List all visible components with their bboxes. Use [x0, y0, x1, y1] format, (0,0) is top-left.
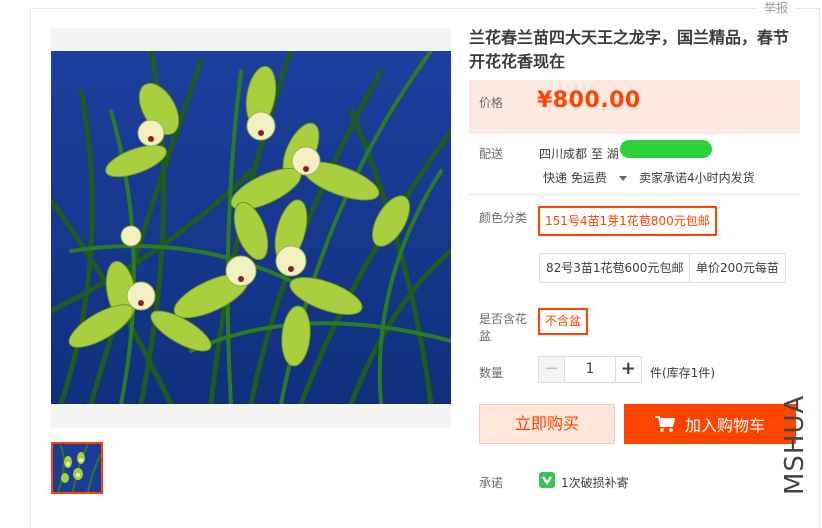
divider	[469, 194, 800, 195]
price-value: ¥800.00	[537, 88, 641, 113]
orchid-photo[interactable]	[51, 51, 451, 404]
service-text[interactable]: 1次破损补寄	[561, 474, 629, 491]
shield-check-icon	[539, 472, 555, 488]
color-category-label: 颜色分类	[479, 211, 528, 225]
pot-option-no-pot[interactable]: 不含盆	[538, 308, 589, 335]
pot-label: 是否含花盆	[479, 312, 528, 343]
quantity-increase-button[interactable]: +	[615, 357, 641, 382]
buy-now-button[interactable]: 立即购买	[479, 404, 615, 444]
shipping-method[interactable]: 快递 免运费	[543, 169, 627, 186]
report-link[interactable]: 举报	[756, 0, 797, 16]
price-box: 价格 ¥800.00	[469, 80, 800, 134]
delivery-promise: 卖家承诺4小时内发货	[639, 171, 755, 185]
sku-option-151[interactable]: 151号4苗1芽1花苞800元包邮	[538, 206, 717, 236]
add-to-cart-button[interactable]: 加入购物车	[624, 404, 796, 444]
price-label: 价格	[479, 96, 504, 110]
stock-info: 件(库存1件)	[650, 366, 715, 380]
add-to-cart-label: 加入购物车	[684, 416, 765, 435]
delivery-route: 四川成都 至 湖	[539, 147, 619, 161]
delivery-label: 配送	[479, 147, 504, 161]
sku-option-unit-price[interactable]: 单价200元每苗	[689, 253, 786, 283]
destination-redaction[interactable]	[620, 140, 712, 158]
service-label: 承诺	[479, 476, 504, 490]
dropdown-caret-icon	[618, 176, 627, 181]
sku-option-82[interactable]: 82号3苗1花苞600元包邮	[539, 253, 691, 283]
shipping-method-label: 快递 免运费	[543, 171, 607, 185]
quantity-input[interactable]: 1	[564, 357, 616, 382]
quantity-decrease-button[interactable]: −	[539, 357, 565, 382]
product-title: 兰花春兰苗四大天王之龙字，国兰精品，春节开花花香现在	[469, 28, 790, 71]
quantity-label: 数量	[479, 366, 504, 380]
cart-icon	[654, 416, 675, 432]
orchid-thumbnail[interactable]	[51, 442, 103, 494]
quantity-stepper: − 1 +	[538, 356, 642, 383]
watermark: MSHUA	[780, 394, 810, 495]
